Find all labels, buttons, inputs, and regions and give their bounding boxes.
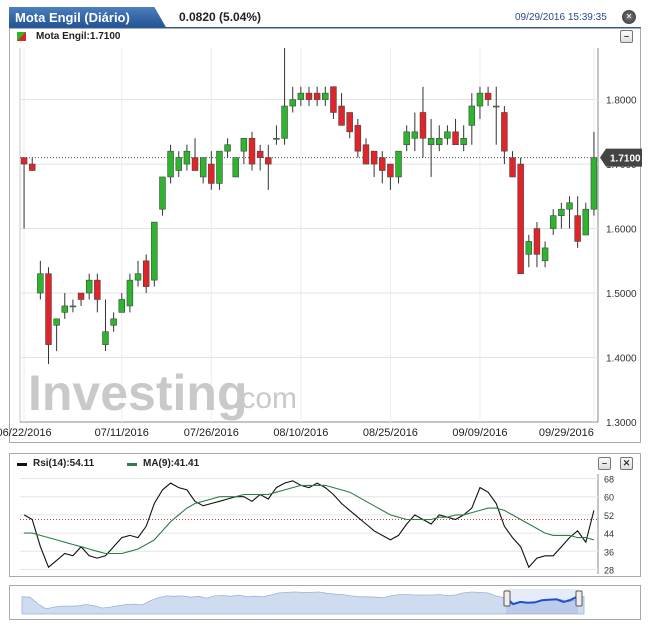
candle-body	[379, 157, 386, 171]
y-tick-label: 1.8000	[606, 96, 637, 107]
x-tick-label: 08/25/2016	[363, 427, 418, 439]
candle-body	[362, 144, 370, 165]
x-tick-label: 07/11/2016	[95, 427, 149, 439]
candle-body	[159, 176, 166, 210]
candle-body	[142, 260, 150, 287]
candle-body	[134, 273, 142, 281]
candle-body	[525, 241, 533, 255]
candle-body	[541, 247, 549, 262]
candle-body	[582, 208, 590, 236]
candle-body	[126, 279, 134, 307]
rsi-tick-label: 52	[604, 511, 614, 521]
candle-body	[476, 92, 484, 107]
current-price-label: 1.7100	[610, 154, 641, 165]
ma-series-line	[24, 484, 595, 555]
candle-body	[566, 202, 573, 210]
candle-body	[94, 279, 101, 300]
candle-body	[297, 92, 305, 100]
candle-body	[61, 305, 69, 313]
watermark-brand: Investing	[28, 365, 247, 421]
candle-body	[281, 105, 288, 139]
candle-body	[102, 331, 109, 345]
candle-body	[224, 144, 231, 152]
candle-body	[151, 221, 158, 281]
candle-body	[28, 163, 36, 171]
candle-body	[110, 318, 117, 326]
candle-body	[484, 92, 492, 100]
candle-body	[313, 92, 321, 100]
rsi-tick-label: 28	[604, 565, 614, 575]
candle-body	[45, 273, 52, 345]
navigator-handle-icon	[575, 590, 583, 607]
candle-body	[175, 157, 182, 171]
candle-body	[370, 150, 378, 165]
rsi-tick-label: 60	[604, 493, 614, 503]
candle-body	[338, 105, 345, 126]
y-tick-label: 1.6000	[606, 225, 637, 236]
candle-body	[509, 157, 516, 178]
rsi-tick-label: 44	[604, 529, 614, 539]
candle-body	[118, 299, 125, 313]
candle-body	[330, 86, 337, 113]
candle-body	[419, 112, 427, 139]
candle-body	[403, 131, 410, 146]
y-tick-label: 1.4000	[606, 354, 637, 365]
candle-body	[590, 157, 598, 210]
candle-body	[411, 131, 419, 139]
x-tick-label: 07/26/2016	[184, 427, 239, 439]
chart-svg: Investing .com 1.80001.70001.60001.50001…	[0, 48, 642, 615]
candle-body	[493, 105, 500, 108]
y-tick-label: 1.5000	[606, 289, 637, 300]
candle-body	[452, 131, 459, 146]
candle-body	[346, 112, 353, 133]
candle-body	[167, 150, 174, 178]
rsi-series-line	[23, 480, 595, 569]
candle-body	[460, 137, 467, 146]
candle-body	[289, 99, 296, 107]
candle-body	[232, 157, 239, 178]
candle-body	[549, 215, 557, 229]
candle-body	[208, 163, 215, 184]
x-tick-label: 08/10/2016	[273, 427, 328, 439]
candle-body	[240, 137, 248, 152]
chart-widget: Mota Engil (Diário) 0.0820 (5.04%) 09/29…	[0, 0, 650, 627]
candle-body	[77, 292, 85, 300]
candle-body	[265, 157, 272, 165]
candle-body	[248, 137, 256, 165]
candle-body	[427, 137, 435, 146]
candle-body	[305, 92, 313, 100]
candle-body	[574, 215, 581, 242]
candle-body	[273, 137, 280, 140]
rsi-tick-label: 68	[604, 475, 614, 485]
candle-body	[444, 131, 451, 139]
x-tick-label: 06/22/2016	[0, 427, 52, 439]
x-tick-label: 09/09/2016	[452, 427, 507, 439]
candle-body	[517, 163, 524, 274]
candle-body	[395, 150, 402, 178]
candle-body	[216, 150, 223, 184]
candle-body	[468, 105, 476, 126]
watermark-suffix: .com	[232, 382, 297, 415]
candle-body	[183, 150, 191, 165]
candle-body	[191, 157, 199, 171]
candle-body	[53, 318, 60, 326]
rsi-tick-label: 36	[604, 547, 614, 557]
candle-body	[501, 112, 508, 152]
candle-body	[558, 208, 565, 216]
navigator-handle-icon	[503, 590, 511, 607]
candle-body	[20, 157, 28, 165]
candle-body	[85, 279, 93, 294]
x-tick-label: 09/29/2016	[539, 427, 594, 439]
navigator-area	[21, 591, 585, 615]
candle-body	[256, 150, 264, 158]
candle-body	[436, 137, 443, 146]
candle-body	[533, 228, 541, 255]
candle-body	[387, 163, 394, 178]
y-tick-label: 1.3000	[606, 418, 637, 429]
candle-body	[69, 305, 77, 308]
candle-body	[199, 157, 207, 178]
candle-body	[354, 125, 362, 152]
candle-body	[322, 92, 329, 100]
candle-body	[37, 273, 44, 294]
